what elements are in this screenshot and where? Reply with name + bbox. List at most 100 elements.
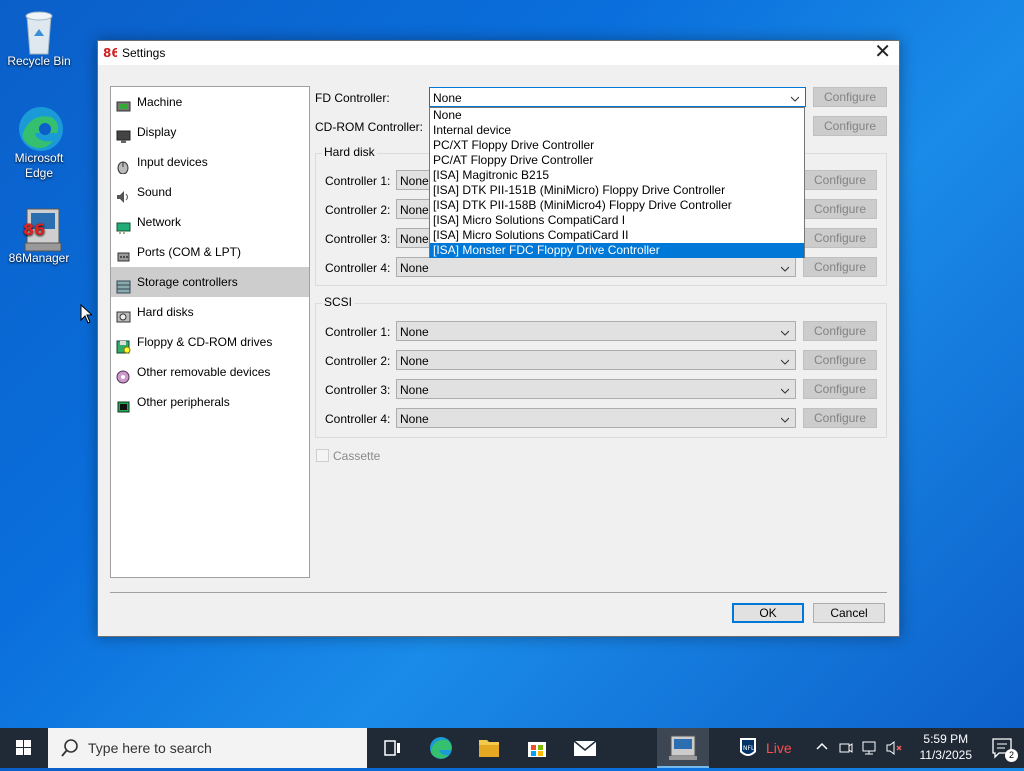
desktop-icon-edge[interactable]: Microsoft Edge [1,105,77,181]
hd-controller-3-label: Controller 3: [325,232,391,246]
ok-button[interactable]: OK [732,603,804,623]
scsi-controller-4-select[interactable]: None [396,408,796,428]
task-view-icon [384,740,400,756]
desktop-icon-recycle-bin[interactable]: Recycle Bin [1,8,77,68]
app-icon: 86 [103,45,120,60]
scsi-controller-2-label: Controller 2: [325,354,391,368]
dropdown-option[interactable]: [ISA] Micro Solutions CompatiCard I [430,213,804,228]
fd-controller-label: FD Controller: [315,91,390,105]
chevron-down-icon [780,355,790,365]
hd-controller-4-configure-button[interactable]: Configure [803,257,877,277]
dropdown-option[interactable]: [ISA] Micro Solutions CompatiCard II [430,228,804,243]
sidebar-item-display[interactable]: Display [111,117,309,147]
dropdown-option[interactable]: [ISA] DTK PII-151B (MiniMicro) Floppy Dr… [430,183,804,198]
sidebar-item-machine[interactable]: Machine [111,87,309,117]
scsi-controller-4-configure-button[interactable]: Configure [803,408,877,428]
nfl-icon: NFL [740,738,756,756]
scsi-controller-3-value: None [400,383,429,397]
taskbar-86box-button[interactable] [657,728,709,768]
sound-icon [116,185,131,203]
desktop-icon-86manager[interactable]: 86 86Manager [1,205,77,265]
action-center-button[interactable]: 2 [990,736,1018,762]
svg-text:86: 86 [103,46,117,59]
edge-icon [430,737,452,759]
notification-count: 2 [1005,749,1018,762]
dropdown-option[interactable]: [ISA] Magitronic B215 [430,168,804,183]
sidebar-item-sound[interactable]: Sound [111,177,309,207]
sidebar-item-storage-controllers[interactable]: Storage controllers [111,267,309,297]
sidebar-item-label: Network [137,215,182,229]
dropdown-option-highlighted[interactable]: [ISA] Monster FDC Floppy Drive Controlle… [430,243,804,258]
sidebar-item-ports[interactable]: Ports (COM & LPT) [111,237,309,267]
sidebar-item-hard-disks[interactable]: Hard disks [111,297,309,327]
sidebar-item-label: Display [137,125,177,139]
hd-controller-3-configure-button[interactable]: Configure [803,228,877,248]
chevron-down-icon [780,326,790,336]
dialog-titlebar[interactable]: 86 Settings ✕ [98,41,899,65]
dropdown-option[interactable]: None [430,108,804,123]
search-placeholder: Type here to search [88,740,212,756]
dropdown-option[interactable]: PC/XT Floppy Drive Controller [430,138,804,153]
fd-configure-button[interactable]: Configure [813,87,887,107]
hd-controller-4-label: Controller 4: [325,261,391,275]
86box-icon [669,735,697,760]
sidebar-item-label: Ports (COM & LPT) [137,245,242,259]
settings-dialog: 86 Settings ✕ Machine Display Input devi… [97,40,900,637]
taskbar-mail-button[interactable] [561,728,609,768]
svg-text:NFL: NFL [743,745,755,752]
taskbar-edge-button[interactable] [417,728,465,768]
display-icon [116,125,131,143]
taskbar-news-widget[interactable]: NFL Live [730,728,798,768]
cancel-button[interactable]: Cancel [813,603,885,623]
dialog-title: Settings [122,46,166,60]
taskbar-store-button[interactable] [513,728,561,768]
hd-controller-1-value: None [400,174,429,188]
hd-controller-4-select[interactable]: None [396,257,796,277]
edge-icon [17,105,63,151]
chevron-up-icon[interactable] [815,740,829,757]
fd-controller-select[interactable]: None [429,87,806,107]
scsi-controller-2-configure-button[interactable]: Configure [803,350,877,370]
sidebar-item-label: Sound [137,185,172,199]
scsi-controller-1-label: Controller 1: [325,325,391,339]
task-view-button[interactable] [368,728,416,768]
sidebar-item-network[interactable]: Network [111,207,309,237]
mail-icon [573,740,597,756]
taskbar-file-explorer-button[interactable] [465,728,513,768]
86manager-icon: 86 [17,205,62,252]
scsi-controller-2-select[interactable]: None [396,350,796,370]
taskbar-clock[interactable]: 5:59 PM 11/3/2025 [920,731,973,763]
scsi-controller-1-configure-button[interactable]: Configure [803,321,877,341]
dropdown-option[interactable]: Internal device [430,123,804,138]
sidebar-item-other-peripherals[interactable]: Other peripherals [111,387,309,417]
dropdown-option[interactable]: PC/AT Floppy Drive Controller [430,153,804,168]
chevron-down-icon [780,262,790,272]
start-button[interactable] [0,728,48,768]
desktop-icon-label: 86Manager [8,251,70,265]
sidebar-item-label: Other removable devices [137,365,271,379]
chevron-down-icon [780,384,790,394]
dropdown-option[interactable]: [ISA] DTK PII-158B (MiniMicro4) Floppy D… [430,198,804,213]
fd-controller-dropdown-list: None Internal device PC/XT Floppy Drive … [429,107,805,258]
sidebar-item-input-devices[interactable]: Input devices [111,147,309,177]
sidebar-item-floppy-cdrom[interactable]: Floppy & CD-ROM drives [111,327,309,357]
cdrom-configure-button[interactable]: Configure [813,116,887,136]
scsi-controller-1-select[interactable]: None [396,321,796,341]
close-icon[interactable]: ✕ [874,42,891,62]
meet-now-icon[interactable] [838,740,854,759]
machine-icon [116,95,131,112]
cassette-checkbox[interactable] [316,449,329,462]
scsi-controller-3-select[interactable]: None [396,379,796,399]
hd-controller-1-configure-button[interactable]: Configure [803,170,877,190]
sidebar-item-removable-devices[interactable]: Other removable devices [111,357,309,387]
hd-controller-2-configure-button[interactable]: Configure [803,199,877,219]
storage-icon [116,275,131,294]
clock-date: 11/3/2025 [919,748,973,762]
network-status-icon[interactable] [862,740,878,759]
volume-muted-icon[interactable] [886,740,904,759]
taskbar-search-box[interactable]: Type here to search [48,728,367,768]
clock-time: 5:59 PM [923,732,969,746]
scsi-group-title: SCSI [322,295,355,309]
sidebar-item-label: Floppy & CD-ROM drives [137,335,273,349]
scsi-controller-3-configure-button[interactable]: Configure [803,379,877,399]
